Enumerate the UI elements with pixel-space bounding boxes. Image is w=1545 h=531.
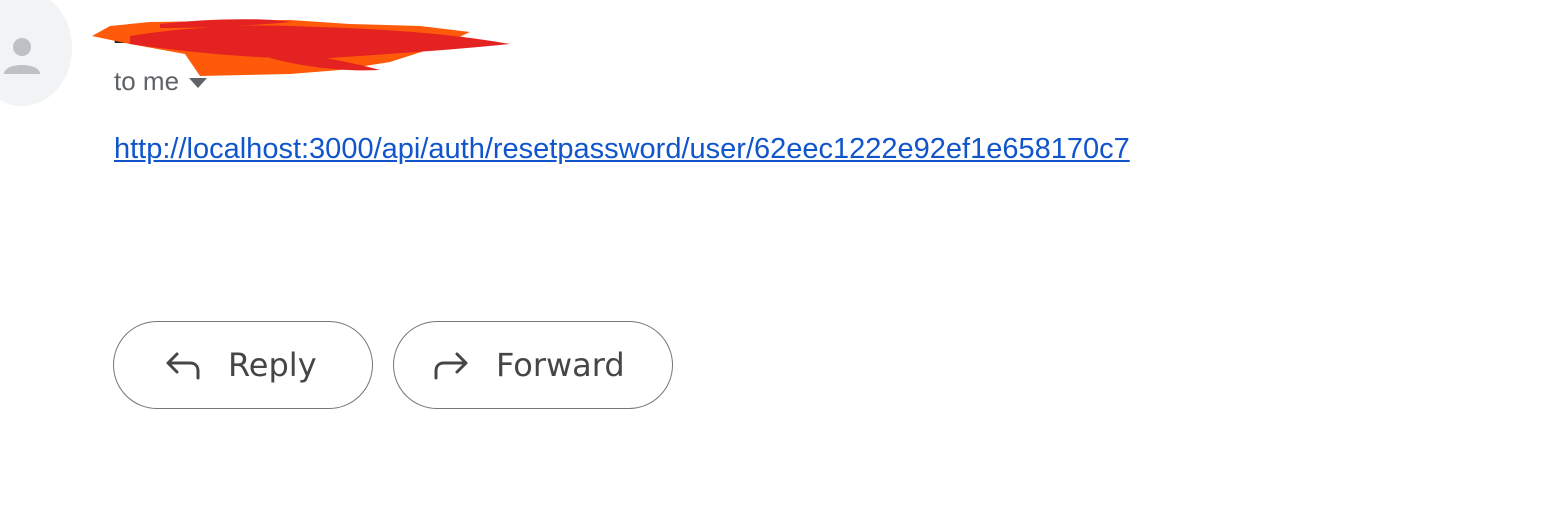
person-icon <box>4 38 40 74</box>
reply-label: Reply <box>228 346 317 384</box>
reply-arrow-icon <box>164 350 202 380</box>
reset-password-link[interactable]: http://localhost:3000/api/auth/resetpass… <box>114 133 1130 166</box>
recipients-label: to me <box>114 66 180 96</box>
forward-arrow-icon <box>432 350 470 380</box>
sender-name[interactable]: Z <box>114 22 129 50</box>
caret-down-icon <box>189 77 208 88</box>
reply-button[interactable]: Reply <box>113 321 373 409</box>
sender-avatar[interactable] <box>0 0 72 106</box>
email-message-view: Z to me http://localhost:3000/api/auth/r… <box>0 0 1545 531</box>
recipients-toggle[interactable]: to me <box>114 66 209 97</box>
forward-button[interactable]: Forward <box>393 321 673 409</box>
forward-label: Forward <box>496 346 625 384</box>
